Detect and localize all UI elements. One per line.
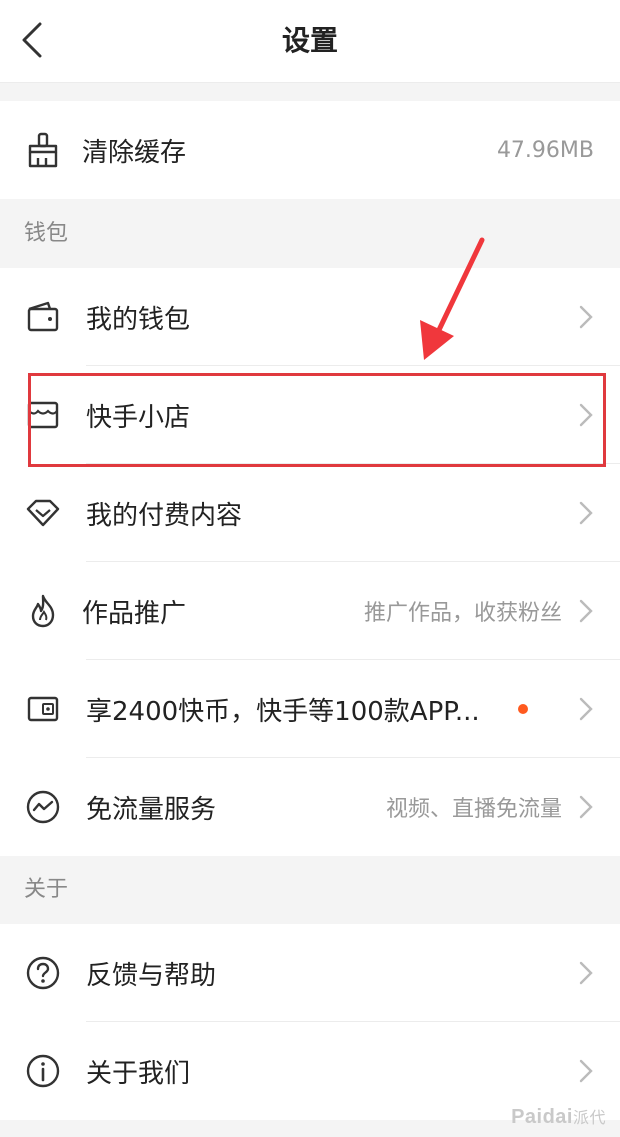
promotion-row[interactable]: 作品推广 推广作品，收获粉丝 (0, 562, 620, 660)
coin-offer-label: 享2400快币，快手等100款APP... (86, 696, 480, 727)
watermark-suffix: 派代 (572, 1110, 606, 1127)
broom-icon (24, 131, 62, 169)
header: 设置 (0, 0, 620, 83)
paid-content-label: 我的付费内容 (86, 500, 243, 531)
shop-icon (24, 396, 62, 434)
help-icon (24, 954, 62, 992)
promotion-hint: 推广作品，收获粉丝 (363, 601, 562, 626)
chevron-right-icon (576, 498, 596, 528)
cache-size-value: 47.96MB (496, 137, 594, 163)
watermark-brand: Paidai (511, 1106, 573, 1128)
free-traffic-row[interactable]: 免流量服务 视频、直播免流量 (0, 758, 620, 856)
free-traffic-hint: 视频、直播免流量 (385, 797, 562, 822)
coin-offer-row[interactable]: 享2400快币，快手等100款APP... (0, 660, 620, 758)
chevron-right-icon (576, 694, 596, 724)
coin-card-icon (24, 690, 62, 728)
about-us-label: 关于我们 (86, 1058, 191, 1089)
page-title: 设置 (281, 24, 338, 57)
chevron-right-icon (576, 1056, 596, 1086)
wallet-icon (24, 298, 62, 336)
about-section: 反馈与帮助 关于我们 (0, 924, 620, 1120)
traffic-icon (24, 788, 62, 826)
kuaishou-shop-label: 快手小店 (86, 402, 191, 433)
wallet-section: 我的钱包 快手小店 我的付费内容 作品推广 推广作品，收获粉丝 享2400快币，… (0, 268, 620, 856)
clear-cache-row[interactable]: 清除缓存 47.96MB (0, 101, 620, 199)
free-traffic-label: 免流量服务 (86, 794, 217, 825)
promotion-label: 作品推广 (82, 598, 187, 629)
clear-cache-label: 清除缓存 (82, 137, 187, 168)
chevron-right-icon (576, 958, 596, 988)
chevron-right-icon (576, 596, 596, 626)
diamond-icon (24, 494, 62, 532)
kuaishou-shop-row[interactable]: 快手小店 (0, 366, 620, 464)
chevron-right-icon (576, 302, 596, 332)
section-title-about: 关于 (24, 877, 69, 902)
section-title-wallet: 钱包 (24, 221, 69, 246)
watermark: Paidai派代 (511, 1104, 606, 1129)
flame-icon (24, 592, 62, 630)
feedback-help-label: 反馈与帮助 (86, 960, 217, 991)
paid-content-row[interactable]: 我的付费内容 (0, 464, 620, 562)
info-icon (24, 1052, 62, 1090)
chevron-right-icon (576, 792, 596, 822)
my-wallet-label: 我的钱包 (86, 304, 191, 335)
feedback-help-row[interactable]: 反馈与帮助 (0, 924, 620, 1022)
notification-dot (518, 704, 528, 714)
my-wallet-row[interactable]: 我的钱包 (0, 268, 620, 366)
storage-section: 清除缓存 47.96MB (0, 101, 620, 199)
chevron-right-icon (576, 400, 596, 430)
